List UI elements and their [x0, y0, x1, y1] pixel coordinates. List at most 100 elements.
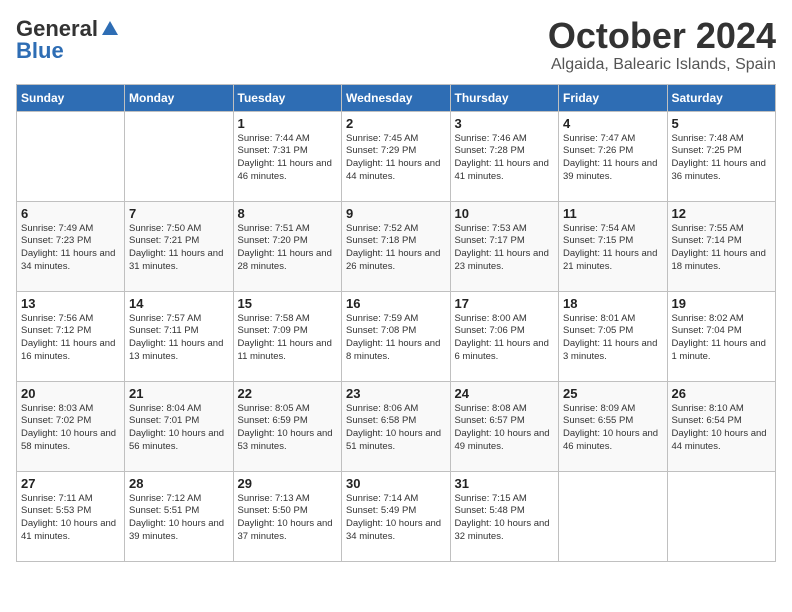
calendar-cell: 2Sunrise: 7:45 AMSunset: 7:29 PMDaylight… — [342, 111, 451, 201]
calendar-cell: 27Sunrise: 7:11 AMSunset: 5:53 PMDayligh… — [17, 471, 125, 561]
day-number: 13 — [21, 296, 120, 311]
day-number: 29 — [238, 476, 338, 491]
month-title: October 2024 — [548, 16, 776, 56]
day-number: 4 — [563, 116, 663, 131]
cell-info: Sunrise: 7:15 AMSunset: 5:48 PMDaylight:… — [455, 493, 555, 544]
day-number: 7 — [129, 206, 229, 221]
calendar-cell: 10Sunrise: 7:53 AMSunset: 7:17 PMDayligh… — [450, 201, 559, 291]
calendar-week-1: 1 Sunrise: 7:44 AMSunset: 7:31 PMDaylight… — [17, 111, 776, 201]
calendar-cell: 22 Sunrise: 8:05 AMSunset: 6:59 PMDayligh… — [233, 381, 342, 471]
day-number: 6 — [21, 206, 120, 221]
day-header-tuesday: Tuesday — [233, 84, 342, 111]
location-title: Algaida, Balearic Islands, Spain — [548, 56, 776, 74]
day-header-sunday: Sunday — [17, 84, 125, 111]
cell-info: Sunrise: 7:49 AMSunset: 7:23 PMDaylight:… — [21, 223, 120, 274]
calendar-cell: 19 Sunrise: 8:02 AMSunset: 7:04 PMDayligh… — [667, 291, 776, 381]
calendar-cell: 25 Sunrise: 8:09 AMSunset: 6:55 PMDayligh… — [559, 381, 668, 471]
calendar-cell: 30 Sunrise: 7:14 AMSunset: 5:49 PMDayligh… — [342, 471, 451, 561]
cell-info: Sunrise: 7:14 AMSunset: 5:49 PMDaylight:… — [346, 493, 446, 544]
logo-blue-text: Blue — [16, 38, 64, 64]
calendar-cell: 14 Sunrise: 7:57 AMSunset: 7:11 PMDayligh… — [125, 291, 234, 381]
calendar-body: 1 Sunrise: 7:44 AMSunset: 7:31 PMDaylight… — [17, 111, 776, 561]
cell-info: Sunrise: 7:12 AMSunset: 5:51 PMDaylight:… — [129, 493, 229, 544]
day-header-wednesday: Wednesday — [342, 84, 451, 111]
calendar-cell: 31 Sunrise: 7:15 AMSunset: 5:48 PMDayligh… — [450, 471, 559, 561]
day-number: 18 — [563, 296, 663, 311]
cell-info: Sunrise: 7:55 AMSunset: 7:14 PMDaylight:… — [672, 223, 772, 274]
calendar-cell: 6 Sunrise: 7:49 AMSunset: 7:23 PMDaylight… — [17, 201, 125, 291]
calendar-cell: 13 Sunrise: 7:56 AMSunset: 7:12 PMDayligh… — [17, 291, 125, 381]
cell-info: Sunrise: 8:08 AMSunset: 6:57 PMDaylight:… — [455, 403, 555, 454]
calendar-cell — [559, 471, 668, 561]
day-number: 26 — [672, 386, 772, 401]
calendar-cell: 28 Sunrise: 7:12 AMSunset: 5:51 PMDayligh… — [125, 471, 234, 561]
day-number: 8 — [238, 206, 338, 221]
cell-info: Sunrise: 7:58 AMSunset: 7:09 PMDaylight:… — [238, 313, 338, 364]
calendar-week-2: 6 Sunrise: 7:49 AMSunset: 7:23 PMDaylight… — [17, 201, 776, 291]
logo-icon — [100, 19, 120, 39]
title-block: October 2024 Algaida, Balearic Islands, … — [548, 16, 776, 74]
calendar-cell: 12Sunrise: 7:55 AMSunset: 7:14 PMDayligh… — [667, 201, 776, 291]
calendar-cell: 24 Sunrise: 8:08 AMSunset: 6:57 PMDayligh… — [450, 381, 559, 471]
day-number: 20 — [21, 386, 120, 401]
cell-info: Sunrise: 7:59 AMSunset: 7:08 PMDaylight:… — [346, 313, 446, 364]
day-number: 10 — [455, 206, 555, 221]
day-number: 25 — [563, 386, 663, 401]
day-header-friday: Friday — [559, 84, 668, 111]
calendar-week-3: 13 Sunrise: 7:56 AMSunset: 7:12 PMDayligh… — [17, 291, 776, 381]
day-number: 17 — [455, 296, 555, 311]
cell-info: Sunrise: 8:06 AMSunset: 6:58 PMDaylight:… — [346, 403, 446, 454]
cell-info: Sunrise: 8:03 AMSunset: 7:02 PMDaylight:… — [21, 403, 120, 454]
calendar-cell: 5Sunrise: 7:48 AMSunset: 7:25 PMDaylight… — [667, 111, 776, 201]
cell-info: Sunrise: 7:46 AMSunset: 7:28 PMDaylight:… — [455, 133, 555, 184]
cell-info: Sunrise: 8:02 AMSunset: 7:04 PMDaylight:… — [672, 313, 772, 364]
day-number: 14 — [129, 296, 229, 311]
day-number: 3 — [455, 116, 555, 131]
cell-info: Sunrise: 8:10 AMSunset: 6:54 PMDaylight:… — [672, 403, 772, 454]
day-number: 1 — [238, 116, 338, 131]
calendar-cell — [17, 111, 125, 201]
day-number: 15 — [238, 296, 338, 311]
day-number: 30 — [346, 476, 446, 491]
calendar-cell — [125, 111, 234, 201]
calendar-cell — [667, 471, 776, 561]
calendar-cell: 18 Sunrise: 8:01 AMSunset: 7:05 PMDayligh… — [559, 291, 668, 381]
cell-info: Sunrise: 8:05 AMSunset: 6:59 PMDaylight:… — [238, 403, 338, 454]
calendar-cell: 7 Sunrise: 7:50 AMSunset: 7:21 PMDaylight… — [125, 201, 234, 291]
calendar-cell: 26 Sunrise: 8:10 AMSunset: 6:54 PMDayligh… — [667, 381, 776, 471]
calendar-table: SundayMondayTuesdayWednesdayThursdayFrid… — [16, 84, 776, 562]
calendar-cell: 16 Sunrise: 7:59 AMSunset: 7:08 PMDayligh… — [342, 291, 451, 381]
calendar-cell: 8Sunrise: 7:51 AMSunset: 7:20 PMDaylight… — [233, 201, 342, 291]
calendar-week-5: 27Sunrise: 7:11 AMSunset: 5:53 PMDayligh… — [17, 471, 776, 561]
day-number: 22 — [238, 386, 338, 401]
day-number: 24 — [455, 386, 555, 401]
day-number: 31 — [455, 476, 555, 491]
cell-info: Sunrise: 7:11 AMSunset: 5:53 PMDaylight:… — [21, 493, 120, 544]
day-number: 21 — [129, 386, 229, 401]
cell-info: Sunrise: 7:50 AMSunset: 7:21 PMDaylight:… — [129, 223, 229, 274]
calendar-cell: 9 Sunrise: 7:52 AMSunset: 7:18 PMDaylight… — [342, 201, 451, 291]
calendar-cell: 4Sunrise: 7:47 AMSunset: 7:26 PMDaylight… — [559, 111, 668, 201]
day-number: 28 — [129, 476, 229, 491]
calendar-cell: 11Sunrise: 7:54 AMSunset: 7:15 PMDayligh… — [559, 201, 668, 291]
calendar-cell: 20 Sunrise: 8:03 AMSunset: 7:02 PMDayligh… — [17, 381, 125, 471]
calendar-cell: 23Sunrise: 8:06 AMSunset: 6:58 PMDayligh… — [342, 381, 451, 471]
day-number: 19 — [672, 296, 772, 311]
calendar-cell: 29Sunrise: 7:13 AMSunset: 5:50 PMDayligh… — [233, 471, 342, 561]
calendar-cell: 1 Sunrise: 7:44 AMSunset: 7:31 PMDaylight… — [233, 111, 342, 201]
logo: General Blue — [16, 16, 120, 64]
day-header-thursday: Thursday — [450, 84, 559, 111]
cell-info: Sunrise: 7:56 AMSunset: 7:12 PMDaylight:… — [21, 313, 120, 364]
cell-info: Sunrise: 7:45 AMSunset: 7:29 PMDaylight:… — [346, 133, 446, 184]
calendar-cell: 17Sunrise: 8:00 AMSunset: 7:06 PMDayligh… — [450, 291, 559, 381]
day-number: 9 — [346, 206, 446, 221]
cell-info: Sunrise: 7:57 AMSunset: 7:11 PMDaylight:… — [129, 313, 229, 364]
cell-info: Sunrise: 7:52 AMSunset: 7:18 PMDaylight:… — [346, 223, 446, 274]
day-header-saturday: Saturday — [667, 84, 776, 111]
cell-info: Sunrise: 7:44 AMSunset: 7:31 PMDaylight:… — [238, 133, 338, 184]
calendar-cell: 21Sunrise: 8:04 AMSunset: 7:01 PMDayligh… — [125, 381, 234, 471]
cell-info: Sunrise: 8:09 AMSunset: 6:55 PMDaylight:… — [563, 403, 663, 454]
calendar-header-row: SundayMondayTuesdayWednesdayThursdayFrid… — [17, 84, 776, 111]
day-number: 16 — [346, 296, 446, 311]
cell-info: Sunrise: 8:01 AMSunset: 7:05 PMDaylight:… — [563, 313, 663, 364]
